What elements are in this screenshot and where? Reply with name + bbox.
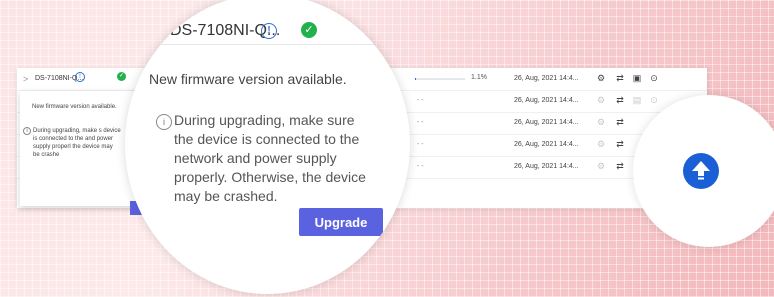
sync-icon[interactable]: ⇄ [614,94,626,106]
info-circle-icon[interactable]: ! [75,72,85,82]
zoom-popover-circle: DS-7108NI-Q... ! ✓ New firmware version … [125,0,410,294]
upgrade-progress-bar [415,78,465,80]
info-circle-icon: i [156,114,172,130]
time-cell: 26, Aug, 2021 14:4... [514,141,579,148]
check-circle-icon: ✓ [301,22,317,38]
popover-message: During upgrading, make sure the device i… [174,112,366,204]
log-icon[interactable]: ▤ [631,94,643,106]
sync-icon[interactable]: ⇄ [614,138,626,150]
time-cell: 26, Aug, 2021 14:4... [514,163,579,170]
popover-message: During upgrading, make s device is conne… [33,128,121,158]
popover-title: New firmware version available. [32,104,117,110]
gear-icon[interactable]: ⚙ [595,160,607,172]
popover-title: New firmware version available. [149,71,347,87]
upload-arrow-glyph [692,161,710,180]
time-cell: 26, Aug, 2021 14:4... [514,119,579,126]
sync-icon[interactable]: ⇄ [614,116,626,128]
upgrade-button[interactable]: Upgrade [299,208,383,236]
status-cell: - - [417,141,424,148]
gear-icon[interactable]: ⚙ [595,116,607,128]
status-cell: - - [417,163,424,170]
upload-arrow-icon[interactable]: ⊙ [648,72,660,84]
progress-text: 1.1% [471,74,487,81]
sync-icon[interactable]: ⇄ [614,160,626,172]
upload-arrow-icon[interactable] [683,153,719,189]
gear-icon[interactable]: ⚙ [595,138,607,150]
log-icon[interactable]: ▣ [631,72,643,84]
gear-icon[interactable]: ⚙ [595,72,607,84]
info-circle-icon: i [23,127,31,135]
check-circle-icon: ✓ [117,72,126,81]
gear-icon[interactable]: ⚙ [595,94,607,106]
status-cell: - - [417,97,424,104]
upload-arrow-icon[interactable]: ⊙ [648,94,660,106]
sync-icon[interactable]: ⇄ [614,72,626,84]
zoom-upload-circle [633,95,774,247]
expand-chevron-icon[interactable]: > [23,74,28,84]
status-cell: - - [417,119,424,126]
divider [125,44,410,45]
info-circle-icon[interactable]: ! [261,23,277,39]
time-cell: 26, Aug, 2021 14:4... [514,75,579,82]
time-cell: 26, Aug, 2021 14:4... [514,97,579,104]
progress-fill [415,78,416,80]
